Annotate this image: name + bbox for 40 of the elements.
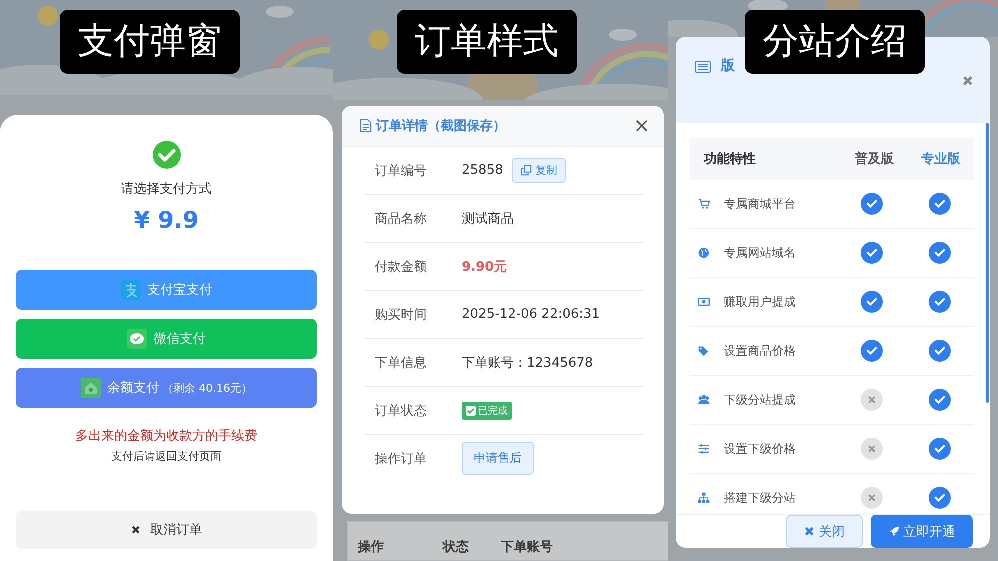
feature-name: 搭建下级分站 [724,490,796,507]
column-header: 普及版 [854,150,896,168]
check-circle-icon [152,140,182,170]
feature-name: 专属商城平台 [724,196,796,213]
close-button[interactable]: 关闭 [786,515,863,548]
rocket-icon [888,526,900,537]
payment-method-button[interactable]: 余额支付 （剩余 40.16元） [16,368,317,408]
cancel-order-button[interactable]: 取消订单 [16,511,317,549]
activate-button[interactable]: 立即开通 [871,515,973,548]
close-icon[interactable] [962,75,974,87]
price: ¥ 9.9 [134,208,199,234]
return-note: 支付后请返回支付页面 [112,449,222,464]
banknote-icon [698,296,710,308]
close-icon [804,526,815,537]
payment-method-button[interactable]: 支付宝支付 [16,270,317,310]
globe-icon [698,247,710,260]
alipay-icon [120,280,140,300]
hierarchy-icon [698,492,710,504]
feature-name: 专属网站域名 [724,244,796,262]
scroll-bar[interactable] [986,123,989,404]
column-header: 功能特性 [702,151,757,168]
sliders-icon [698,443,710,456]
users-icon [698,394,710,406]
fee-note: 多出来的金额为收款方的手续费 [76,428,258,445]
caption: 分站介绍 [745,10,925,74]
feature-name: 下级分站提成 [724,392,796,409]
payment-method-button[interactable]: 微信支付 [16,319,317,359]
list-icon [695,61,711,73]
caption: 支付弹窗 [60,10,240,74]
column-header: 专业版 [920,151,962,168]
cart-icon [698,198,710,210]
chat-bubble-icon [127,329,147,349]
dialog-title: 版 [721,57,736,75]
tag-icon [698,345,710,358]
feature-name: 设置下级价格 [724,440,796,458]
feature-name: 设置商品价格 [724,342,796,360]
close-icon [130,525,140,535]
wallet-icon [80,378,100,398]
sheet-title: 请选择支付方式 [121,181,212,198]
feature-name: 赚取用户提成 [724,294,796,311]
